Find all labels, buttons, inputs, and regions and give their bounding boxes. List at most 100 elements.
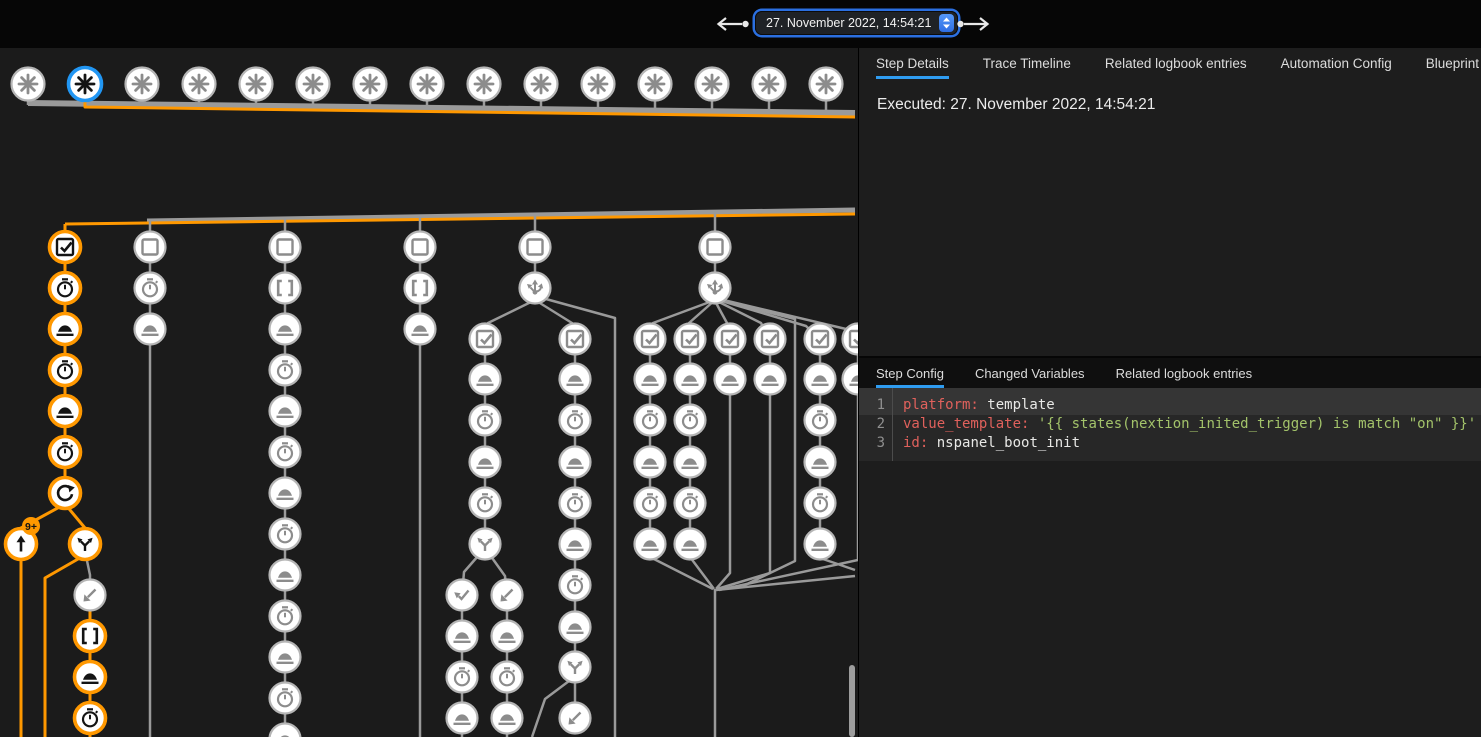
yaml-editor[interactable]: 1platform: template2value_template: '{{ … bbox=[859, 388, 1481, 461]
trace-node-asterisk[interactable] bbox=[297, 68, 330, 101]
trace-node-dome[interactable] bbox=[560, 447, 591, 478]
trace-node-timer[interactable] bbox=[560, 570, 591, 601]
trace-node-dome[interactable] bbox=[470, 447, 501, 478]
trace-node-asterisk[interactable] bbox=[525, 68, 558, 101]
trace-node-square[interactable] bbox=[135, 232, 166, 263]
tab-related-logbook-entries[interactable]: Related logbook entries bbox=[1116, 358, 1253, 388]
graph-scrollbar-thumb[interactable] bbox=[849, 665, 855, 737]
trace-node-dome[interactable] bbox=[635, 529, 666, 560]
trace-node-timer[interactable] bbox=[635, 488, 666, 519]
trace-node-timer[interactable] bbox=[270, 519, 301, 550]
trace-node-arrow-check[interactable] bbox=[447, 580, 478, 611]
trace-node-timer[interactable] bbox=[805, 405, 836, 436]
trace-picker[interactable]: 27. November 2022, 14:54:21 bbox=[755, 11, 958, 35]
trace-node-checkbox[interactable] bbox=[755, 324, 786, 355]
trace-node-timer[interactable] bbox=[270, 437, 301, 468]
trace-node-arrow-dl[interactable] bbox=[492, 580, 523, 611]
trace-node-choose[interactable] bbox=[520, 273, 551, 304]
trace-node-dome[interactable] bbox=[405, 314, 436, 345]
trace-node-square[interactable] bbox=[405, 232, 436, 263]
trace-node-square[interactable] bbox=[270, 232, 301, 263]
trace-node-dome[interactable] bbox=[447, 621, 478, 652]
trace-node-dome[interactable] bbox=[135, 314, 166, 345]
trace-node-dome[interactable] bbox=[50, 314, 81, 345]
trace-node-choose[interactable] bbox=[700, 273, 731, 304]
trace-node-dome[interactable] bbox=[635, 447, 666, 478]
trace-node-square[interactable] bbox=[520, 232, 551, 263]
trace-node-brackets[interactable] bbox=[75, 621, 106, 652]
trace-node-arrow-dl[interactable] bbox=[560, 703, 591, 734]
trace-node-checkbox[interactable] bbox=[675, 324, 706, 355]
trace-node-dome[interactable] bbox=[843, 364, 859, 395]
trace-node-split[interactable] bbox=[560, 652, 591, 683]
trace-node-dome[interactable] bbox=[270, 314, 301, 345]
trace-node-asterisk[interactable] bbox=[753, 68, 786, 101]
trace-node-dome[interactable] bbox=[675, 447, 706, 478]
trace-node-timer[interactable] bbox=[470, 405, 501, 436]
trace-node-dome[interactable] bbox=[560, 364, 591, 395]
trace-node-checkbox[interactable] bbox=[715, 324, 746, 355]
previous-trace-icon[interactable] bbox=[714, 16, 750, 32]
trace-node-timer[interactable] bbox=[805, 488, 836, 519]
trace-node-square[interactable] bbox=[700, 232, 731, 263]
trace-node-timer[interactable] bbox=[50, 273, 81, 304]
trace-node-timer[interactable] bbox=[492, 662, 523, 693]
tab-step-details[interactable]: Step Details bbox=[876, 48, 949, 79]
trace-node-dome[interactable] bbox=[675, 364, 706, 395]
trace-node-dome[interactable] bbox=[270, 642, 301, 673]
trace-node-timer[interactable] bbox=[270, 355, 301, 386]
trace-node-checkbox[interactable] bbox=[560, 324, 591, 355]
trace-node-dome[interactable] bbox=[50, 396, 81, 427]
trace-node-dome[interactable] bbox=[560, 612, 591, 643]
code-line-1[interactable]: 1platform: template bbox=[859, 396, 1481, 415]
trace-node-brackets[interactable] bbox=[405, 273, 436, 304]
trace-node-checkbox[interactable] bbox=[635, 324, 666, 355]
trace-node-dome[interactable] bbox=[715, 364, 746, 395]
trace-node-timer[interactable] bbox=[270, 683, 301, 714]
trace-node-timer[interactable] bbox=[135, 273, 166, 304]
trace-node-asterisk[interactable] bbox=[183, 68, 216, 101]
trace-node-dome[interactable] bbox=[560, 529, 591, 560]
trace-node-asterisk[interactable] bbox=[12, 68, 45, 101]
trace-node-dome[interactable] bbox=[635, 364, 666, 395]
trace-node-asterisk[interactable] bbox=[639, 68, 672, 101]
trace-node-timer[interactable] bbox=[560, 488, 591, 519]
tab-step-config[interactable]: Step Config bbox=[876, 358, 944, 388]
tab-trace-timeline[interactable]: Trace Timeline bbox=[983, 48, 1071, 79]
tab-related-logbook-entries[interactable]: Related logbook entries bbox=[1105, 48, 1247, 79]
trace-node-checkbox[interactable] bbox=[470, 324, 501, 355]
trace-node-dome[interactable] bbox=[805, 364, 836, 395]
trace-node-asterisk[interactable] bbox=[240, 68, 273, 101]
code-line-2[interactable]: 2value_template: '{{ states(nextion_init… bbox=[859, 415, 1481, 434]
trace-node-split[interactable] bbox=[70, 529, 101, 560]
trace-node-dome[interactable] bbox=[270, 478, 301, 509]
trace-node-brackets[interactable] bbox=[270, 273, 301, 304]
trace-node-timer[interactable] bbox=[675, 488, 706, 519]
trace-node-dome[interactable] bbox=[805, 529, 836, 560]
trace-node-timer[interactable] bbox=[635, 405, 666, 436]
trace-node-checkbox[interactable] bbox=[50, 232, 81, 263]
trace-node-timer[interactable] bbox=[270, 601, 301, 632]
trace-node-asterisk[interactable] bbox=[468, 68, 501, 101]
trace-node-timer[interactable] bbox=[75, 703, 106, 734]
trace-node-timer[interactable] bbox=[50, 437, 81, 468]
trace-node-dome[interactable] bbox=[470, 364, 501, 395]
trace-node-checkbox[interactable] bbox=[805, 324, 836, 355]
trace-node-dome[interactable] bbox=[270, 396, 301, 427]
tab-automation-config[interactable]: Automation Config bbox=[1281, 48, 1392, 79]
trace-node-asterisk[interactable] bbox=[810, 68, 843, 101]
trace-node-dome[interactable] bbox=[755, 364, 786, 395]
trace-node-timer[interactable] bbox=[675, 405, 706, 436]
trace-node-dome[interactable] bbox=[75, 662, 106, 693]
trace-node-asterisk[interactable] bbox=[582, 68, 615, 101]
trace-node-timer[interactable] bbox=[470, 488, 501, 519]
trace-node-timer[interactable] bbox=[50, 355, 81, 386]
tab-changed-variables[interactable]: Changed Variables bbox=[975, 358, 1085, 388]
tab-blueprint-config[interactable]: Blueprint Config bbox=[1426, 48, 1481, 79]
trace-node-timer[interactable] bbox=[560, 405, 591, 436]
trace-node-arrow-dl[interactable] bbox=[75, 580, 106, 611]
trace-node-asterisk[interactable] bbox=[126, 68, 159, 101]
trace-node-dome[interactable] bbox=[492, 621, 523, 652]
trace-node-timer[interactable] bbox=[447, 662, 478, 693]
trace-node-asterisk[interactable] bbox=[354, 68, 387, 101]
